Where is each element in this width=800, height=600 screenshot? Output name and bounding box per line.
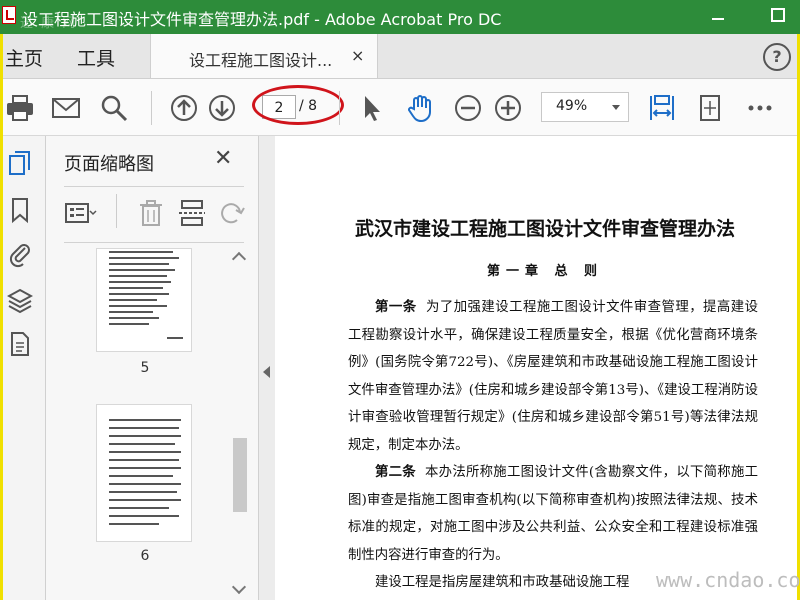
article-text: 为了加强建设工程施工图设计文件审查管理，提高建设工程勘察设计水平，确保建设工程质… xyxy=(348,300,759,453)
chapter-heading: 第一章 总 则 xyxy=(486,264,604,279)
page-thumbnail-5[interactable] xyxy=(96,248,192,352)
title-bar: 设工程施工图设计文件审查管理办法.pdf - Adobe Acrobat Pro… xyxy=(0,0,800,34)
search-icon[interactable] xyxy=(99,93,129,123)
zoom-out-icon[interactable] xyxy=(453,93,483,123)
close-panel-icon[interactable]: ✕ xyxy=(214,146,232,171)
more-options-icon[interactable] xyxy=(745,93,775,123)
tab-tools[interactable]: 工具 xyxy=(77,44,115,71)
select-cursor-icon[interactable] xyxy=(357,93,387,123)
tab-home[interactable]: 主页 xyxy=(5,44,43,71)
zoom-value: 49% xyxy=(556,98,588,114)
thumbnails-scrollbar[interactable] xyxy=(230,248,248,600)
tab-bar: 主页 工具 设工程施工图设计... × ? xyxy=(3,34,797,79)
previous-page-icon[interactable] xyxy=(169,93,199,123)
scroll-up-icon[interactable] xyxy=(231,251,247,267)
maximize-button[interactable] xyxy=(766,4,792,28)
document-tab-label: 设工程施工图设计... xyxy=(189,51,333,70)
layers-icon[interactable] xyxy=(7,286,33,314)
trash-icon[interactable] xyxy=(134,198,168,228)
fit-page-icon[interactable] xyxy=(695,93,725,123)
document-title: 武汉市建设工程施工图设计文件审查管理办法 xyxy=(354,218,735,240)
scrollbar-thumb[interactable] xyxy=(233,438,247,512)
panel-divider xyxy=(64,242,244,243)
print-icon[interactable] xyxy=(5,93,35,123)
article-heading: 第一条 xyxy=(375,299,417,315)
toolbar: 2 / 8 49% xyxy=(3,79,797,136)
article-paragraph: 第二条 本办法所称施工图设计文件(含勘察文件，以下简称施工图)审查是指施工图审查… xyxy=(348,459,758,569)
watermark-url: www.cndao.com xyxy=(656,568,800,592)
panel-separator xyxy=(116,194,117,228)
insert-page-icon[interactable] xyxy=(176,198,210,228)
document-icon[interactable] xyxy=(7,330,33,358)
panel-splitter[interactable] xyxy=(258,136,275,600)
annotation-circle xyxy=(252,85,344,125)
zoom-in-icon[interactable] xyxy=(493,93,523,123)
bookmark-icon[interactable] xyxy=(7,196,33,224)
zoom-select[interactable]: 49% xyxy=(541,92,629,122)
fit-width-icon[interactable] xyxy=(647,93,677,123)
collapse-panel-icon[interactable] xyxy=(263,366,270,378)
panel-title: 页面缩略图 xyxy=(64,154,154,175)
thumbnail-label: 6 xyxy=(140,548,150,564)
chevron-down-icon xyxy=(612,105,620,110)
acrobat-logo-icon xyxy=(2,6,16,24)
toolbar-separator xyxy=(151,91,152,125)
minimize-button[interactable] xyxy=(706,4,732,28)
article-heading: 第二条 xyxy=(375,464,416,480)
window-title: 设工程施工图设计文件审查管理办法.pdf - Adobe Acrobat Pro… xyxy=(22,10,502,29)
email-icon[interactable] xyxy=(51,93,81,123)
toolbar-separator xyxy=(339,91,340,125)
panel-divider xyxy=(64,186,244,187)
thumbnail-options-icon[interactable] xyxy=(64,198,98,228)
article-paragraph: 第一条 为了加强建设工程施工图设计文件审查管理，提高建设工程勘察设计水平，确保建… xyxy=(348,294,758,459)
attachment-icon[interactable] xyxy=(7,240,33,268)
thumbnail-label: 5 xyxy=(140,360,150,376)
watermark-logo: 迅 康 网 xyxy=(20,16,78,31)
close-tab-icon[interactable]: × xyxy=(351,46,364,65)
scroll-down-icon[interactable] xyxy=(231,579,247,595)
hand-tool-icon[interactable] xyxy=(405,93,435,123)
rotate-icon[interactable] xyxy=(216,198,250,228)
help-icon[interactable]: ? xyxy=(763,43,791,71)
page-thumbnail-6[interactable] xyxy=(96,404,192,542)
page-thumbnails-icon[interactable] xyxy=(7,150,33,178)
thumbnails-panel: 页面缩略图 ✕ 5 6 xyxy=(46,136,258,600)
next-page-icon[interactable] xyxy=(207,93,237,123)
navigation-rail xyxy=(3,136,46,600)
article-text: 建设工程是指房屋建筑和市政基础设施工程 xyxy=(375,575,630,590)
document-page: 武汉市建设工程施工图设计文件审查管理办法 第一章 总 则 第一条 为了加强建设工… xyxy=(275,136,797,600)
tab-document[interactable]: 设工程施工图设计... × xyxy=(150,34,378,78)
